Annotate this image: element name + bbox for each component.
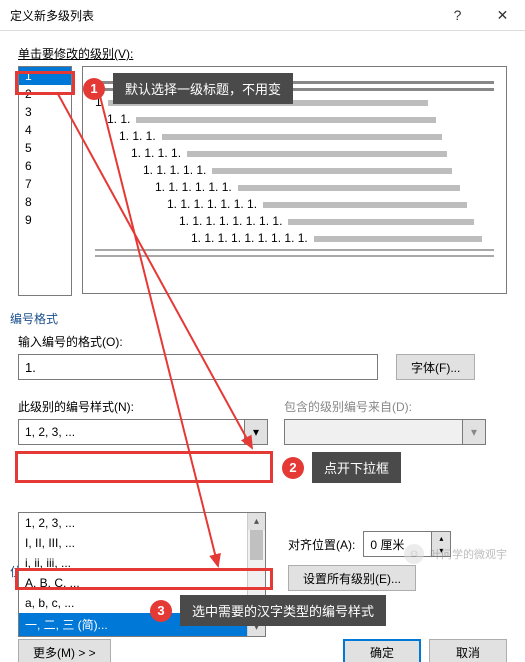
watermark: ☺ 叶问学的微观宇 [404,544,507,564]
preview-line: 1. 1. 1. 1. 1. 1. 1. 1. 1. [191,231,494,245]
scroll-up-icon[interactable]: ▴ [248,513,265,530]
align-position-label: 对齐位置(A): [288,536,355,553]
dialog-title: 定义新多级列表 [10,7,435,24]
level-item[interactable]: 4 [19,121,71,139]
dropdown-option[interactable]: I, II, III, ... [19,533,265,553]
preview-line: 1. 1. 1. [119,129,494,143]
level-item[interactable]: 9 [19,211,71,229]
preview-line: 1. 1. 1. 1. 1. [143,163,494,177]
more-button[interactable]: 更多(M) > > [18,639,111,662]
cancel-button[interactable]: 取消 [429,639,507,662]
level-label: 单击要修改的级别(V): [18,45,507,62]
number-style-combo[interactable]: 1, 2, 3, ... ▾ [18,419,268,445]
preview-line: 1. 1. 1. 1. 1. 1. 1. 1. [179,214,494,228]
level-item[interactable]: 1 [19,67,71,85]
number-format-input[interactable] [18,354,378,380]
spin-up-icon[interactable]: ▴ [432,532,450,544]
ok-button[interactable]: 确定 [343,639,421,662]
preview-line: 1. 1. 1. 1. 1. 1. [155,180,494,194]
dropdown-option[interactable]: i, ii, iii, ... [19,553,265,573]
preview-line: 1. 1. 1. 1. [131,146,494,160]
level-item[interactable]: 6 [19,157,71,175]
level-list[interactable]: 123456789 [18,66,72,296]
callout-2: 2点开下拉框 [282,452,401,483]
include-from-combo: ▾ [284,419,486,445]
chevron-down-icon[interactable]: ▾ [244,420,267,444]
dropdown-option[interactable]: A, B, C, ... [19,573,265,593]
set-all-levels-button[interactable]: 设置所有级别(E)... [288,565,416,591]
preview-line: 1. 1. [107,112,494,126]
callout-1: 1默认选择一级标题，不用变 [83,73,293,104]
level-item[interactable]: 2 [19,85,71,103]
level-item[interactable]: 3 [19,103,71,121]
close-button[interactable]: ✕ [480,0,525,30]
define-multilevel-list-dialog: 定义新多级列表 ? ✕ 单击要修改的级别(V): 123456789 1 1. 1… [0,0,525,662]
scroll-thumb[interactable] [250,530,263,560]
chevron-down-icon: ▾ [462,420,485,444]
callout-3: 3选中需要的汉字类型的编号样式 [150,595,386,626]
level-item[interactable]: 7 [19,175,71,193]
format-label: 输入编号的格式(O): [18,333,507,350]
level-item[interactable]: 8 [19,193,71,211]
wechat-icon: ☺ [404,544,424,564]
titlebar: 定义新多级列表 ? ✕ [0,0,525,31]
help-button[interactable]: ? [435,0,480,30]
include-label: 包含的级别编号来自(D): [284,398,507,415]
preview-line: 1. 1. 1. 1. 1. 1. 1. [167,197,494,211]
font-button[interactable]: 字体(F)... [396,354,475,380]
dropdown-option[interactable]: 1, 2, 3, ... [19,513,265,533]
style-label: 此级别的编号样式(N): [18,398,266,415]
number-format-section: 编号格式 [10,310,507,327]
level-item[interactable]: 5 [19,139,71,157]
